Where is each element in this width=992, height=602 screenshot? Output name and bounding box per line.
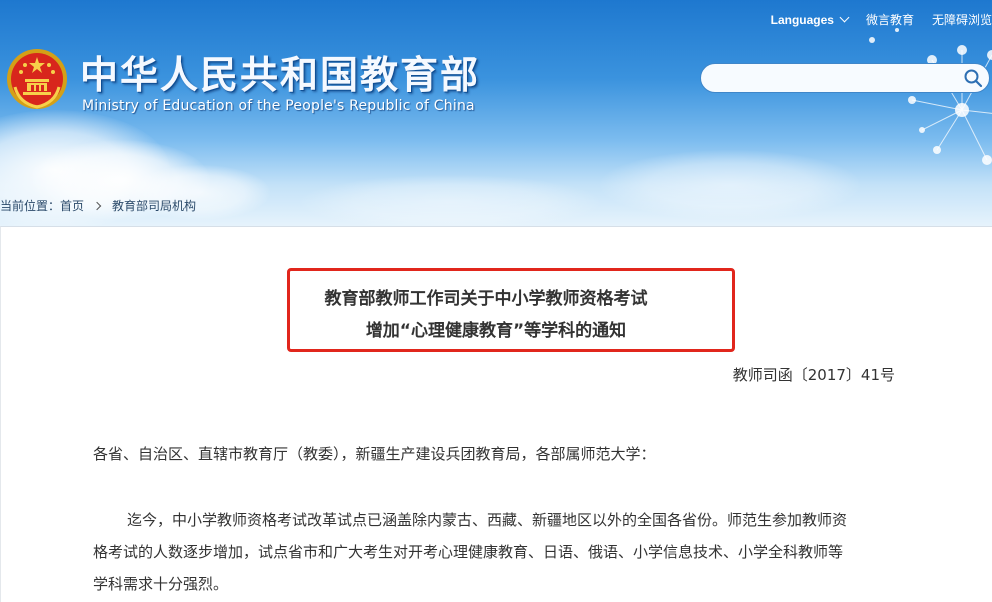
article-title-line-2: 增加“心理健康教育”等学科的通知 [365,321,627,341]
article-title-line-1: 教育部教师工作司关于中小学教师资格考试 [324,289,648,309]
site-header: 中华人民共和国教育部 Ministry of Education of the … [0,0,992,226]
article-body-line: 迄今，中小学教师资格考试改革试点已涵盖除内蒙古、西藏、新疆地区以外的全国各省份。… [127,511,848,529]
site-title-chinese: 中华人民共和国教育部 [80,53,481,97]
breadcrumb-prefix: 当前位置： [0,199,61,213]
site-title-english: Ministry of Education of the People's Re… [82,98,475,114]
search-input[interactable] [713,68,957,90]
top-links: Languages 微言教育 无障碍浏览 [771,11,992,28]
chevron-right-icon [92,201,102,210]
cloud-decoration [300,175,600,226]
weiyan-education-link[interactable]: 微言教育 [866,11,914,28]
breadcrumb-home-link[interactable]: 首页 [60,197,84,214]
article-body-line: 学科需求十分强烈。 [93,575,229,593]
article-salutation: 各省、自治区、直辖市教育厅（教委），新疆生产建设兵团教育局，各部属师范大学： [93,445,656,463]
article-body-line: 格考试的人数逐步增加，试点省市和广大考生对开考心理健康教育、日语、俄语、小学信息… [93,543,844,561]
breadcrumb-department-link[interactable]: 教育部司局机构 [112,197,196,214]
languages-label: Languages [770,12,834,27]
national-emblem-logo [7,49,67,109]
accessibility-link[interactable]: 无障碍浏览 [932,11,992,28]
document-number: 教师司函〔2017〕41号 [732,366,895,384]
languages-dropdown[interactable]: Languages [770,12,850,27]
search-box [700,63,990,93]
search-icon[interactable] [963,68,983,88]
chevron-down-icon [839,12,850,23]
dandelion-decoration [850,28,992,165]
breadcrumb: 当前位置： 首页 教育部司局机构 [0,197,196,214]
